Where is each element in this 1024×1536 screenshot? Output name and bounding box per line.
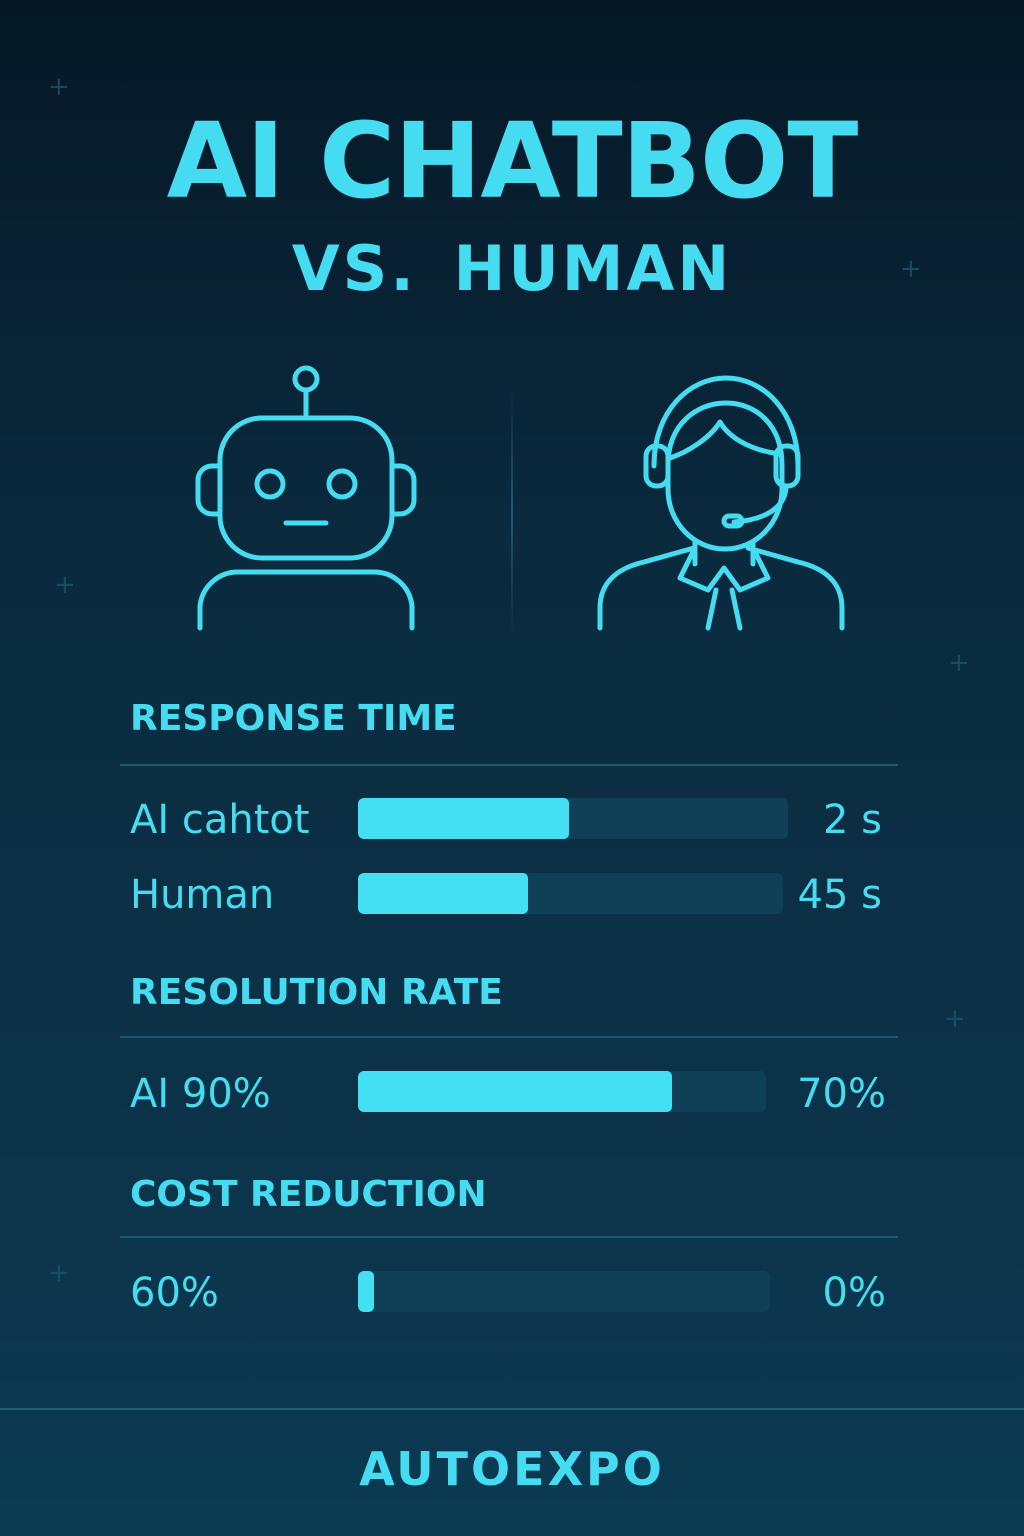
page-subtitle: VS. HUMAN (291, 232, 733, 305)
row-value-human-response: 45 s (797, 872, 882, 918)
bar-track-resolution (358, 1071, 766, 1112)
bar-track-human-response (358, 873, 783, 914)
sparkle-decoration: + (948, 648, 970, 678)
sparkle-decoration: + (54, 570, 76, 600)
page-title: AI CHATBOT (166, 100, 859, 222)
robot-icon (195, 365, 417, 631)
row-label-cost: 60% (130, 1270, 219, 1316)
section-title-cost-reduction: COST REDUCTION (130, 1174, 487, 1215)
icon-divider (511, 385, 513, 640)
footer-divider (0, 1408, 1024, 1410)
row-value-ai-chatbot-response: 2 s (822, 797, 882, 843)
bar-fill-cost (358, 1271, 375, 1312)
row-value-cost: 0% (822, 1270, 886, 1316)
bar-fill-resolution (358, 1071, 673, 1112)
row-label-human: Human (130, 872, 275, 918)
human-agent-headset-icon (597, 375, 845, 631)
section-divider (120, 1036, 898, 1038)
sparkle-decoration: + (48, 1258, 70, 1288)
bar-track-cost (358, 1271, 770, 1312)
row-value-resolution: 70% (797, 1071, 886, 1117)
sparkle-decoration: + (48, 72, 70, 102)
row-label-ai-resolution: AI 90% (130, 1071, 271, 1117)
row-label-ai-chatbot: AI cahtot (130, 797, 310, 843)
footer-brand: AUTOEXPO (359, 1442, 665, 1496)
section-title-resolution-rate: RESOLUTION RATE (130, 972, 503, 1013)
bar-fill-human-response (358, 873, 528, 914)
section-divider (120, 1236, 898, 1238)
bar-fill-ai-chatbot-response (358, 798, 569, 839)
section-divider (120, 764, 898, 766)
sparkle-decoration: + (944, 1004, 966, 1034)
section-title-response-time: RESPONSE TIME (130, 698, 457, 739)
